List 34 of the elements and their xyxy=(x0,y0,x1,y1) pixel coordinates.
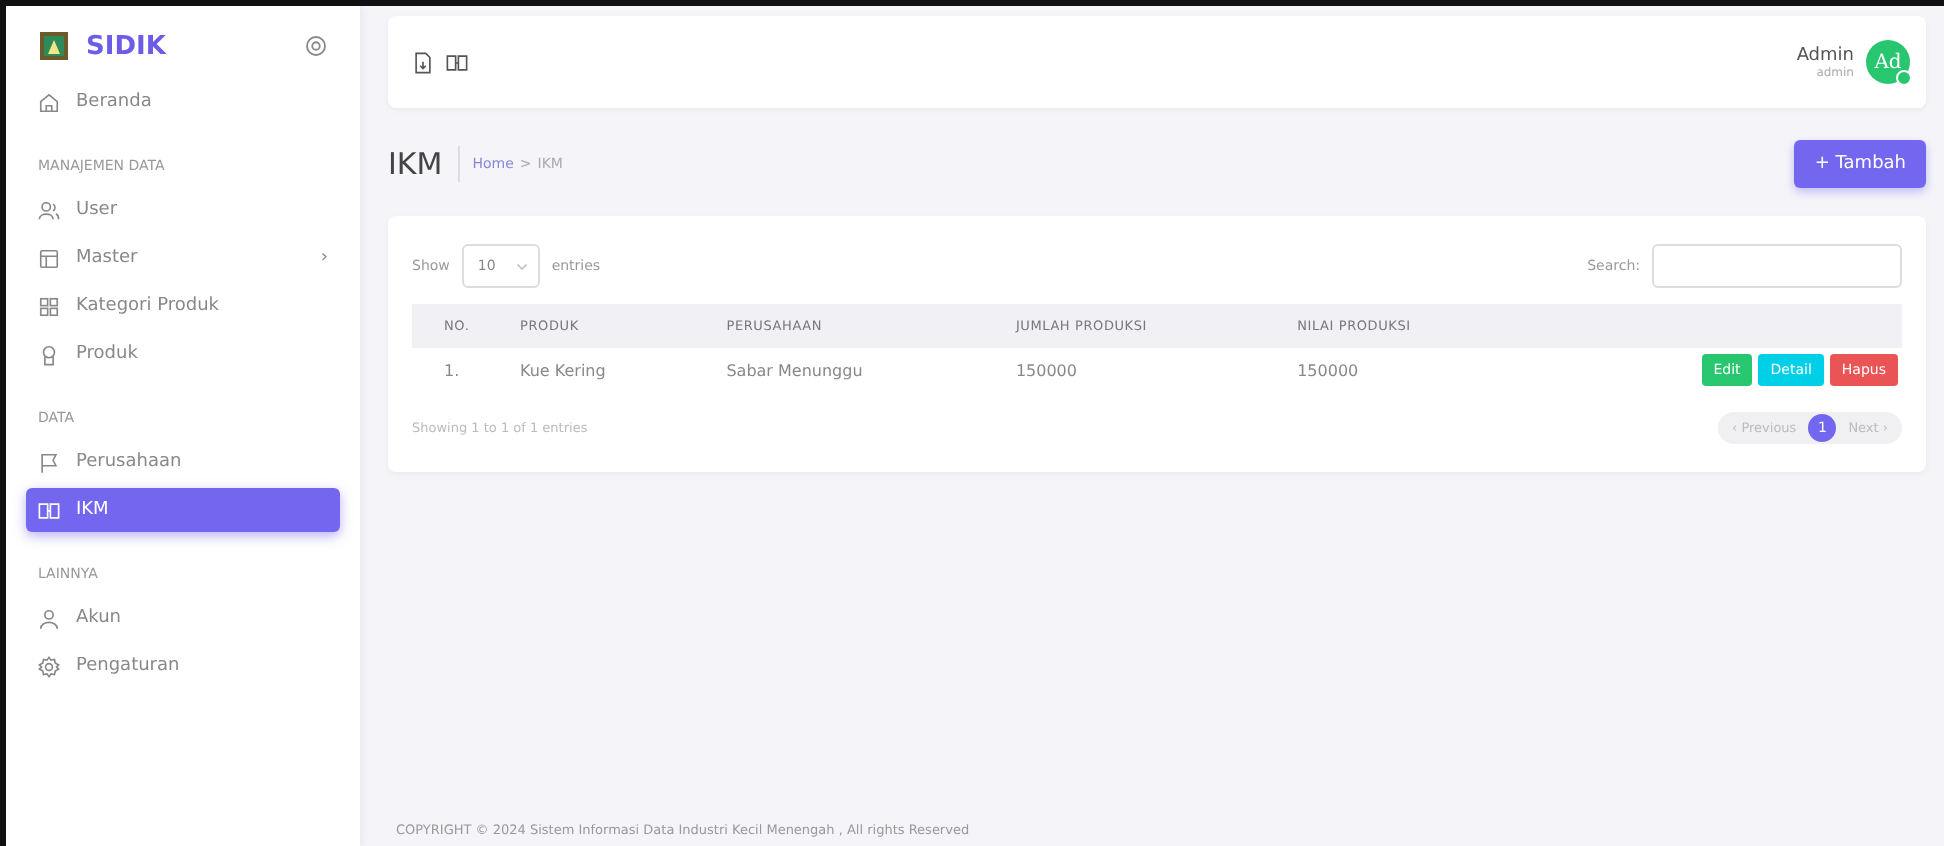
table-cell: Kue Kering xyxy=(500,348,707,392)
users-icon xyxy=(38,199,60,221)
sidebar-toggle-icon[interactable] xyxy=(304,34,328,58)
avatar[interactable]: Ad xyxy=(1866,40,1910,84)
home-icon xyxy=(38,91,60,113)
sidebar-item[interactable]: Perusahaan xyxy=(26,440,340,484)
page-title: IKM xyxy=(388,146,461,182)
book-icon xyxy=(38,499,60,521)
grid-icon xyxy=(38,295,60,317)
caret-icon xyxy=(515,260,528,272)
brand-name: SIDIK xyxy=(86,31,166,61)
sidebar-item[interactable]: Produk xyxy=(26,332,340,376)
add-button[interactable]: + Tambah xyxy=(1794,140,1926,188)
sidebar-item[interactable]: Master › xyxy=(26,236,340,280)
award-icon xyxy=(38,343,60,365)
table-cell: 1. xyxy=(412,348,500,392)
sidebar-item[interactable]: User xyxy=(26,188,340,232)
user-name: Admin xyxy=(1796,45,1854,65)
table-cell: 150000 xyxy=(995,348,1278,392)
document-icon[interactable] xyxy=(412,51,434,73)
sidebar-item[interactable]: Kategori Produk xyxy=(26,284,340,328)
sidebar-item[interactable]: Akun xyxy=(26,596,340,640)
table-cell: Sabar Menunggu xyxy=(706,348,996,392)
sidebar-item[interactable]: Beranda xyxy=(26,80,340,124)
sidebar-item[interactable]: IKM xyxy=(26,488,340,532)
search-field[interactable] xyxy=(1652,244,1902,288)
table-cell: 150000 xyxy=(1277,348,1530,392)
sidebar-item[interactable]: Pengaturan xyxy=(26,644,340,688)
settings-icon xyxy=(38,655,60,677)
flag-icon xyxy=(38,451,60,473)
layout-icon xyxy=(38,247,60,269)
logo-icon xyxy=(38,30,70,62)
book-icon[interactable] xyxy=(446,51,468,73)
user-icon xyxy=(38,607,60,629)
